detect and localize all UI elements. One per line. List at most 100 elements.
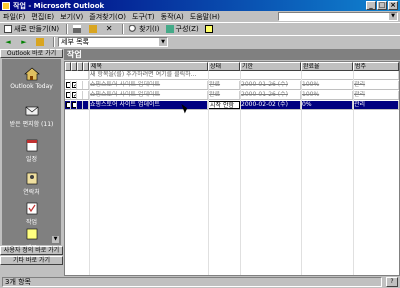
shortcut-label: 일정 [25,156,38,163]
current-view-value: 세부 목록 [61,38,89,46]
forward-button[interactable]: ► [18,37,32,48]
scroll-down-icon[interactable]: ▼ [52,236,59,243]
other-shortcuts-group[interactable]: 기타 바로 가기 [0,256,63,265]
category-cell[interactable]: 관리 [353,81,399,89]
menu-help[interactable]: 도움말(H) [190,12,220,22]
printer-icon [73,25,82,33]
menu-edit[interactable]: 편집(E) [31,12,54,22]
new-item-hint[interactable]: 새 항목을(를) 추가하려면 여기를 클릭하... [89,71,399,79]
address-combo[interactable]: ▼ [278,12,398,21]
my-shortcuts-group[interactable]: 사용자 정의 바로 가기 [0,246,63,255]
current-view-select[interactable]: 세부 목록 ▼ [58,37,168,47]
subject-cell[interactable]: 쇼핑스토어 사이트 업데이트 [89,91,208,99]
shortcut-tasks[interactable]: 작업 [2,201,61,226]
table-header: 제목 상태 기한 완료율 범주 [65,62,399,71]
menu-actions[interactable]: 동작(A) [161,12,184,22]
category-cell[interactable]: 관리 [353,101,399,109]
column-header-due[interactable]: 기한 [240,62,301,71]
table-row[interactable]: 쇼핑스토어 사이트 업데이트 완료 2000-01-26 (수) 100% 관리 [65,81,399,90]
percent-cell[interactable]: 100% [301,91,353,99]
toolbar-separator [66,24,69,34]
status-cell[interactable]: 완료 [208,81,240,89]
outlook-shortcuts-group[interactable]: Outlook 바로 가기 [0,49,63,58]
column-header-category[interactable]: 범주 [353,62,399,71]
help-icon [204,25,213,33]
find-button-label: 찾기(I) [139,25,160,33]
percent-cell[interactable]: 100% [301,81,353,89]
folder-title: 작업 [64,49,400,60]
toolbar-separator [53,37,55,47]
print-button[interactable] [71,24,85,35]
up-folder-button[interactable] [34,37,48,48]
shortcut-label: 작업 [25,219,38,226]
due-cell[interactable]: 2000-02-02 (수) [240,101,301,109]
maximize-button[interactable]: □ [377,1,387,10]
new-item-row[interactable]: 새 항목을(를) 추가하려면 여기를 클릭하... [65,71,399,80]
folder-move-icon [89,25,98,33]
move-button[interactable] [87,24,101,35]
organize-button-label: 구성(Z) [175,25,199,33]
table-row-selected[interactable]: 쇼핑스토어 사이트 업데이트 시작 안함 2000-02-02 (수) 0% 관… [65,101,399,110]
calendar-icon [26,139,37,152]
close-button[interactable]: × [388,1,398,10]
back-arrow-icon: ◄ [5,38,11,46]
shortcut-contacts[interactable]: 연락처 [2,171,61,196]
back-button[interactable]: ◄ [2,37,16,48]
table-row[interactable]: 쇼핑스토어 사이트 업데이트 완료 2000-01-26 (수) 100% 관리 [65,91,399,100]
new-row-gutter [65,71,89,79]
menu-tools[interactable]: 도구(T) [132,12,155,22]
percent-cell[interactable]: 0% [301,101,353,109]
column-header-percent[interactable]: 완료율 [301,62,353,71]
minimize-button[interactable]: _ [366,1,376,10]
column-header-subject[interactable]: 제목 [89,62,208,71]
house-icon [23,67,40,81]
shortcut-label: Outlook Today [10,83,53,90]
window-title: 작업 - Microsoft Outlook [13,1,105,10]
chevron-down-icon[interactable]: ▼ [159,38,167,46]
organize-icon [165,25,174,33]
advanced-toolbar: ◄ ► 세부 목록 ▼ [0,35,400,48]
up-folder-icon [36,38,44,46]
subject-cell[interactable]: 쇼핑스토어 사이트 업데이트 [89,81,208,89]
chevron-down-icon[interactable]: ▼ [389,13,397,20]
new-document-icon [4,25,12,33]
category-cell[interactable]: 관리 [353,91,399,99]
main-content: 작업 제목 상태 기한 완료율 범주 새 항목을(를) 추가하려면 여기를 클릭… [64,49,400,276]
contacts-icon [26,172,37,185]
inbox-icon [25,106,38,116]
magnifier-icon [129,25,138,33]
toolbar-separator [122,24,125,34]
subject-cell[interactable]: 쇼핑스토어 사이트 업데이트 [89,101,208,109]
status-bar: 3개 항목 ? [0,276,400,288]
organize-button[interactable]: 구성(Z) [164,24,201,35]
shortcut-outlook-today[interactable]: Outlook Today [2,67,61,90]
new-button-label: 새로 만들기(N) [14,25,60,33]
due-cell[interactable]: 2000-01-26 (수) [240,81,301,89]
column-header-status[interactable]: 상태 [208,62,240,71]
notes-icon [26,228,37,240]
status-cell-active[interactable]: 시작 안함 [208,101,240,109]
shortcut-label: 받은 편지함 (11) [9,121,54,128]
status-cell[interactable]: 완료 [208,91,240,99]
shortcut-label: 연락처 [23,189,40,196]
menu-file[interactable]: 파일(F) [3,12,25,22]
office-assistant-icon[interactable]: ? [386,277,398,287]
task-table: 제목 상태 기한 완료율 범주 새 항목을(를) 추가하려면 여기를 클릭하..… [64,61,400,276]
status-text: 3개 항목 [2,277,382,287]
menu-favorites[interactable]: 즐겨찾기(O) [89,12,126,22]
shortcut-inbox[interactable]: 받은 편지함 (11) [2,103,61,128]
delete-button[interactable]: ✕ [103,24,117,35]
outlook-bar-pane: Outlook Today 받은 편지함 (11) 일정 연락처 작업 메모 ▼ [2,59,61,252]
due-cell[interactable]: 2000-01-26 (수) [240,91,301,99]
new-button[interactable]: 새로 만들기(N) [2,24,61,35]
tasks-icon [26,202,37,215]
forward-arrow-icon: ► [21,38,27,46]
title-bar: 작업 - Microsoft Outlook _ □ × [0,0,400,11]
find-button[interactable]: 찾기(I) [127,24,161,35]
menu-view[interactable]: 보기(V) [60,12,83,22]
shortcut-calendar[interactable]: 일정 [2,138,61,163]
standard-toolbar: 새로 만들기(N) ✕ 찾기(I) 구성(Z) [0,22,400,35]
delete-x-icon: ✕ [105,24,113,33]
help-button[interactable] [203,24,217,35]
outlook-bar: Outlook 바로 가기 Outlook Today 받은 편지함 (11) … [0,49,63,276]
